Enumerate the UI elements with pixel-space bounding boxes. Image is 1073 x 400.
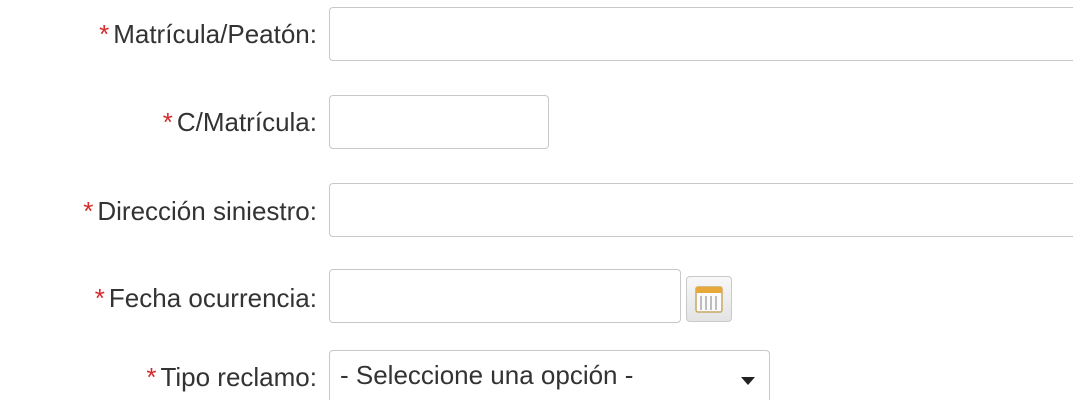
date-label: * Fecha ocurrencia:: [95, 283, 317, 313]
claim-type-label-text: Tipo reclamo:: [160, 362, 317, 392]
calendar-button[interactable]: [686, 276, 732, 322]
date-label-text: Fecha ocurrencia:: [108, 283, 317, 313]
address-input[interactable]: [329, 183, 1073, 237]
required-mark: *: [99, 19, 110, 49]
plate-label: * Matrícula/Peatón:: [99, 19, 317, 49]
required-mark: *: [146, 362, 157, 392]
date-input[interactable]: [329, 269, 681, 323]
address-label: * Dirección siniestro:: [83, 196, 317, 226]
confirm-plate-label-text: C/Matrícula:: [176, 107, 317, 137]
plate-label-text: Matrícula/Peatón:: [113, 19, 317, 49]
required-mark: *: [83, 196, 94, 226]
confirm-plate-input[interactable]: [329, 95, 549, 149]
address-label-text: Dirección siniestro:: [97, 196, 317, 226]
calendar-icon: [695, 286, 723, 313]
claim-type-label: * Tipo reclamo:: [146, 362, 317, 392]
confirm-plate-label: * C/Matrícula:: [163, 107, 317, 137]
plate-input[interactable]: [329, 7, 1073, 61]
required-mark: *: [94, 283, 105, 313]
chevron-down-icon: [741, 377, 755, 385]
required-mark: *: [162, 107, 173, 137]
claim-type-selected: - Seleccione una opción -: [340, 360, 634, 390]
claim-type-select[interactable]: - Seleccione una opción -: [329, 350, 770, 400]
